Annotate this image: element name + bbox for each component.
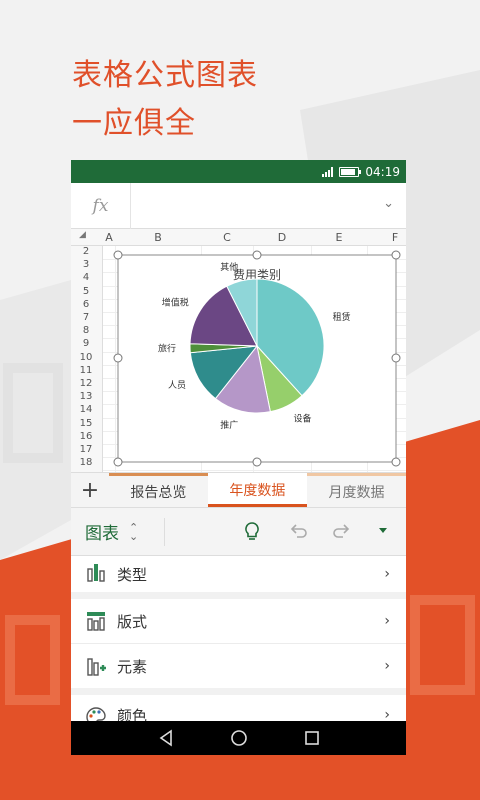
tab-monthly-data[interactable]: 月度数据	[306, 473, 406, 507]
fx-icon[interactable]: fx	[71, 182, 131, 229]
headline-line1: 表格公式图表	[72, 58, 258, 93]
formula-bar[interactable]: fx ⌄	[71, 182, 406, 229]
chevron-right-icon: ›	[384, 613, 390, 629]
menu-item-label: 类型	[117, 565, 148, 584]
chart-type-icon	[87, 564, 105, 582]
add-sheet-button[interactable]: +	[71, 473, 109, 507]
formula-input[interactable]	[131, 183, 406, 229]
pie-slice-label: 旅行	[158, 343, 176, 355]
status-time: 04:19	[365, 164, 400, 179]
home-icon[interactable]	[230, 729, 248, 747]
menu-item-label: 元素	[117, 657, 148, 676]
toolbar-title[interactable]: 图表	[85, 519, 119, 544]
tab-annual-data[interactable]: 年度数据	[207, 473, 307, 507]
android-nav-bar	[71, 721, 406, 755]
menu-item-label: 版式	[117, 612, 148, 631]
chevron-right-icon: ›	[384, 658, 390, 674]
menu-item-layout[interactable]: 版式 ›	[71, 599, 406, 643]
pie-slice-label: 租赁	[333, 311, 351, 323]
redo-icon[interactable]	[331, 520, 353, 544]
dropdown-arrow-icon[interactable]	[377, 526, 389, 536]
chart-menu: 类型 › 版式 › 元素 › 颜色 ›	[71, 556, 406, 735]
pie-slice-label: 推广	[220, 419, 238, 431]
signal-icon	[322, 166, 334, 177]
chevron-right-icon: ›	[384, 566, 390, 582]
back-icon[interactable]	[157, 729, 175, 747]
sheet-tabs: + 报告总览 年度数据 月度数据	[71, 472, 406, 508]
pie-slice-label: 设备	[294, 412, 312, 424]
status-bar: 04:19	[71, 160, 406, 183]
recents-icon[interactable]	[303, 729, 321, 747]
lightbulb-icon[interactable]	[241, 520, 263, 544]
pie-slice-label: 人员	[168, 380, 186, 391]
chart-toolbar: 图表 ⌃ ⌄	[71, 508, 406, 556]
pie-slice-label: 其他	[220, 261, 238, 273]
spreadsheet-grid[interactable]: ◢ A B C D E F 2 3 4 5 6 7 8 9 10 11 12 13 14 15 16 17 18…	[71, 229, 406, 472]
pie-chart[interactable]: 费用类别 租赁设备推广人员旅行增值税其他	[71, 229, 406, 472]
undo-icon[interactable]	[287, 520, 309, 544]
chart-layout-icon	[87, 612, 105, 631]
headline-line2: 一应俱全	[72, 106, 196, 141]
menu-item-type[interactable]: 类型 ›	[71, 556, 406, 592]
battery-icon	[339, 166, 362, 177]
pie-slice-label: 增值税	[162, 296, 189, 308]
phone-screen: 04:19 fx ⌄ ◢ A B C D E F 2 3 4 5 6 7 8 9 10 11 12 1…	[71, 160, 406, 755]
chevron-down-icon[interactable]: ⌄	[383, 196, 394, 211]
menu-item-elements[interactable]: 元素 ›	[71, 644, 406, 688]
chart-elements-icon	[87, 658, 106, 676]
tab-report-overview[interactable]: 报告总览	[108, 473, 208, 507]
switch-toolbar-icon[interactable]: ⌃ ⌄	[129, 522, 138, 542]
